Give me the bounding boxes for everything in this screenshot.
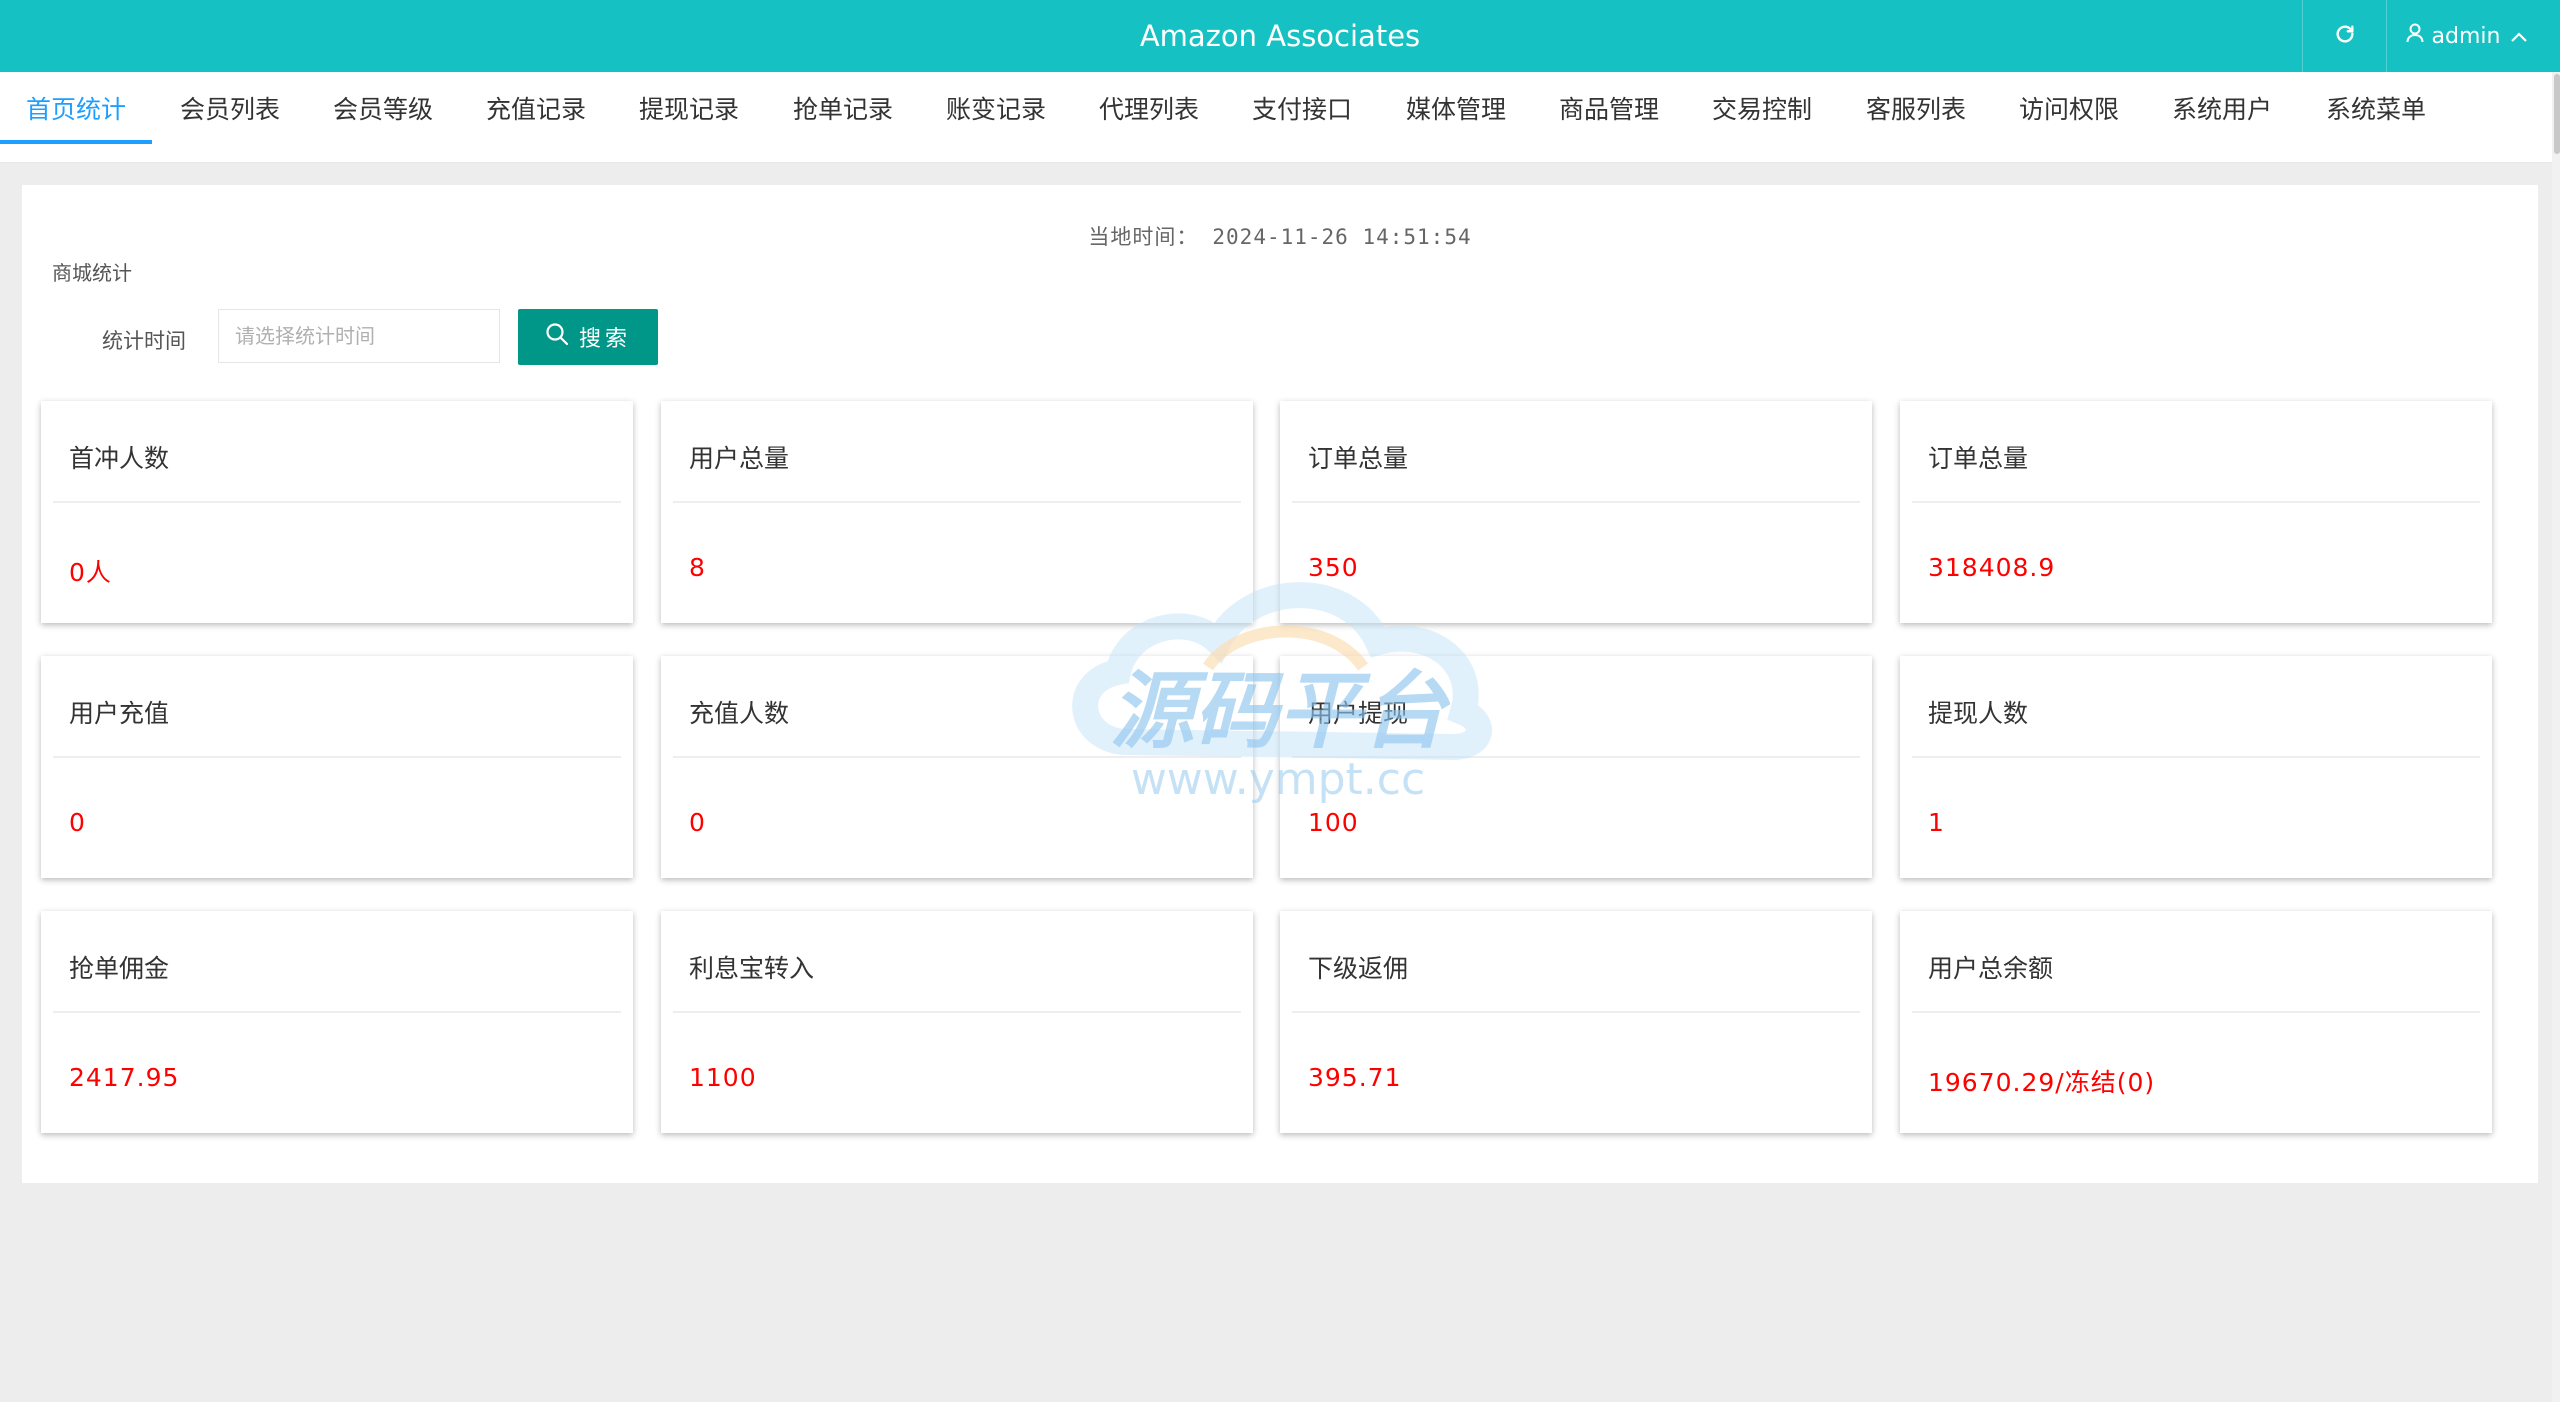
- scrollbar-track[interactable]: [2552, 72, 2560, 1402]
- stat-card-title: 用户总余额: [1928, 954, 2054, 983]
- section-label: 商城统计: [52, 261, 132, 285]
- scrollbar-thumb[interactable]: [2554, 74, 2560, 154]
- stat-card-user-total-balance: 用户总余额 19670.29/冻结(0): [1900, 911, 2492, 1133]
- stat-card-total-orders: 订单总量 350: [1280, 401, 1872, 623]
- search-icon: [545, 322, 579, 352]
- stat-card-value: 1100: [689, 1063, 757, 1092]
- tab-grab-order-records[interactable]: 抢单记录: [767, 72, 919, 148]
- stat-card-title: 订单总量: [1308, 444, 1409, 473]
- user-name: admin: [2431, 23, 2501, 49]
- filter-label: 统计时间: [102, 329, 186, 353]
- stat-card-value: 0人: [69, 558, 112, 587]
- chevron-up-icon: [2510, 24, 2528, 49]
- stats-panel: 当地时间： 2024-11-26 14:51:54 商城统计 统计时间 搜索 首冲…: [22, 185, 2538, 1183]
- card-divider: [673, 756, 1241, 758]
- stat-card-title: 利息宝转入: [689, 954, 815, 983]
- stat-card-interest-transfer-in: 利息宝转入 1100: [661, 911, 1253, 1133]
- stat-card-value: 1: [1928, 808, 1945, 837]
- stat-card-user-withdraw: 用户提现 100: [1280, 656, 1872, 878]
- stat-card-subordinate-rebate: 下级返佣 395.71: [1280, 911, 1872, 1133]
- user-icon: [2406, 23, 2424, 49]
- stat-card-title: 用户提现: [1308, 699, 1409, 728]
- stat-card-title: 抢单佣金: [69, 954, 170, 983]
- card-divider: [673, 501, 1241, 503]
- tab-account-change-records[interactable]: 账变记录: [920, 72, 1072, 148]
- card-divider: [1912, 1011, 2480, 1013]
- tab-member-list[interactable]: 会员列表: [154, 72, 306, 148]
- stat-card-recharge-count: 充值人数 0: [661, 656, 1253, 878]
- stat-card-first-recharge-count: 首冲人数 0人: [41, 401, 633, 623]
- tab-home-stats[interactable]: 首页统计: [0, 72, 152, 144]
- card-divider: [1292, 756, 1860, 758]
- stat-card-title: 订单总量: [1928, 444, 2029, 473]
- local-time-label: 当地时间：: [1088, 225, 1199, 249]
- stat-card-value: 395.71: [1308, 1063, 1402, 1092]
- stat-card-user-recharge: 用户充值 0: [41, 656, 633, 878]
- search-button[interactable]: 搜索: [518, 309, 658, 365]
- card-divider: [1292, 1011, 1860, 1013]
- refresh-icon: [2334, 23, 2356, 49]
- card-divider: [53, 501, 621, 503]
- stat-card-withdraw-count: 提现人数 1: [1900, 656, 2492, 878]
- stat-card-title: 首冲人数: [69, 444, 170, 473]
- tab-customer-service-list[interactable]: 客服列表: [1840, 72, 1992, 148]
- tab-access-permissions[interactable]: 访问权限: [1993, 72, 2145, 148]
- tab-trade-control[interactable]: 交易控制: [1686, 72, 1838, 148]
- stat-card-value: 350: [1308, 553, 1359, 582]
- stat-card-title: 提现人数: [1928, 699, 2029, 728]
- stat-card-value: 2417.95: [69, 1063, 180, 1092]
- stat-card-grab-commission: 抢单佣金 2417.95: [41, 911, 633, 1133]
- user-menu[interactable]: admin: [2386, 0, 2547, 72]
- stat-card-value: 100: [1308, 808, 1359, 837]
- app-title: Amazon Associates: [1139, 19, 1421, 53]
- top-header: Amazon Associates admin: [0, 0, 2560, 72]
- search-button-label: 搜索: [578, 326, 631, 351]
- stat-card-total-users: 用户总量 8: [661, 401, 1253, 623]
- stat-time-input[interactable]: [218, 309, 500, 363]
- stat-card-value: 8: [689, 553, 706, 582]
- stat-card-title: 充值人数: [689, 699, 790, 728]
- tab-product-management[interactable]: 商品管理: [1533, 72, 1685, 148]
- tab-media-management[interactable]: 媒体管理: [1380, 72, 1532, 148]
- tab-agent-list[interactable]: 代理列表: [1073, 72, 1225, 148]
- stat-card-value: 19670.29/冻结(0): [1928, 1068, 2156, 1097]
- refresh-button[interactable]: [2302, 0, 2387, 72]
- card-divider: [53, 756, 621, 758]
- stat-card-value: 318408.9: [1928, 553, 2056, 582]
- stat-card-value: 0: [69, 808, 86, 837]
- card-divider: [53, 1011, 621, 1013]
- card-divider: [673, 1011, 1241, 1013]
- stat-card-total-order-amount: 订单总量 318408.9: [1900, 401, 2492, 623]
- card-divider: [1912, 501, 2480, 503]
- stat-card-title: 用户总量: [689, 444, 790, 473]
- local-time-value: 2024-11-26 14:51:54: [1212, 225, 1472, 249]
- tab-payment-interface[interactable]: 支付接口: [1226, 72, 1378, 148]
- stat-card-title: 用户充值: [69, 699, 170, 728]
- tab-system-menu[interactable]: 系统菜单: [2300, 72, 2452, 148]
- stat-card-title: 下级返佣: [1308, 954, 1409, 983]
- local-time: 当地时间： 2024-11-26 14:51:54: [22, 221, 2538, 251]
- tab-system-users[interactable]: 系统用户: [2146, 72, 2298, 148]
- main-nav-tabs: 首页统计 会员列表 会员等级 充值记录 提现记录 抢单记录 账变记录 代理列表 …: [0, 72, 2552, 163]
- tab-withdraw-records[interactable]: 提现记录: [613, 72, 765, 148]
- card-divider: [1292, 501, 1860, 503]
- stat-card-value: 0: [689, 808, 706, 837]
- card-divider: [1912, 756, 2480, 758]
- tab-member-level[interactable]: 会员等级: [307, 72, 459, 148]
- tab-recharge-records[interactable]: 充值记录: [460, 72, 612, 148]
